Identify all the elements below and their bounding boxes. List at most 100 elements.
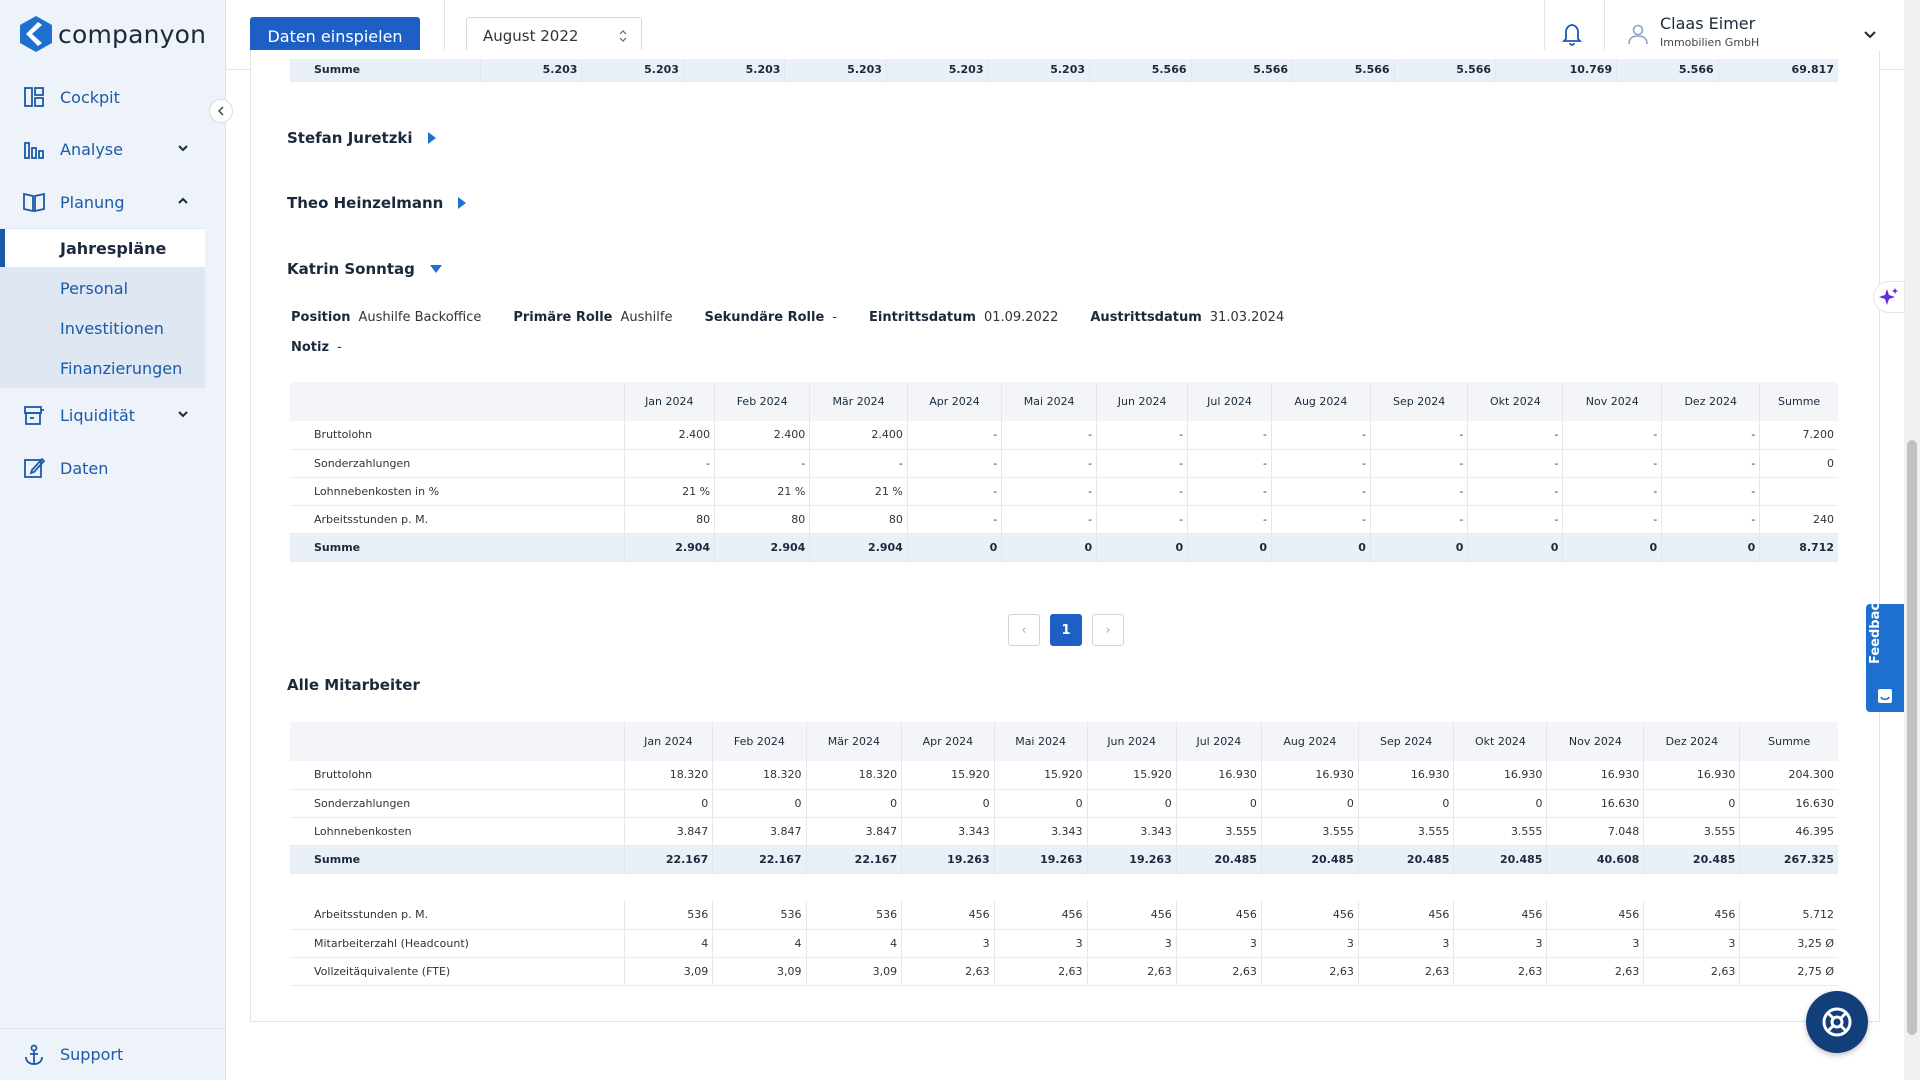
table-cell: - xyxy=(1187,505,1272,534)
table-cell: 2,63 xyxy=(993,957,1088,986)
feedback-label: Feedback xyxy=(1868,594,1883,664)
logo[interactable]: companyon xyxy=(20,16,206,52)
table-cell: - xyxy=(1369,421,1468,450)
help-chat-button[interactable] xyxy=(1806,991,1868,1053)
table-cell: 21 % xyxy=(714,477,810,506)
column-header: Nov 2024 xyxy=(1546,722,1644,761)
table-cell: 456 xyxy=(1546,901,1644,930)
position-value: Aushilfe Backoffice xyxy=(358,310,482,325)
table-cell: 46.395 xyxy=(1739,817,1838,846)
support-link[interactable]: Support xyxy=(0,1028,226,1080)
table-cell: 4 xyxy=(805,929,902,958)
chevron-down-icon[interactable] xyxy=(1862,27,1878,43)
table-cell: 15.920 xyxy=(1086,761,1177,790)
table-cell: 3,25 Ø xyxy=(1739,929,1838,958)
table-cell: 3 xyxy=(1086,929,1177,958)
row-label: Summe xyxy=(290,533,624,562)
table-cell: 2,63 xyxy=(1260,957,1359,986)
table-cell: 456 xyxy=(993,901,1088,930)
table-row: Arbeitsstunden p. M. 80 80 80- - - - - - - - -240 xyxy=(290,505,1838,534)
row-label: Summe xyxy=(290,59,481,82)
table-cell: 20.485 xyxy=(1357,845,1454,874)
table-cell: 5.566 xyxy=(1393,59,1496,82)
table-cell: - xyxy=(1369,505,1468,534)
prev-page-button[interactable]: ‹ xyxy=(1008,614,1040,646)
table-cell: 20.485 xyxy=(1643,845,1740,874)
employee-name: Katrin Sonntag xyxy=(287,260,415,278)
table-cell: - xyxy=(623,449,715,478)
table-cell: - xyxy=(906,449,1002,478)
bell-icon[interactable] xyxy=(1562,22,1582,46)
table-cell: 2,75 Ø xyxy=(1739,957,1838,986)
row-label: Sonderzahlungen xyxy=(290,789,624,818)
table-cell: 20.485 xyxy=(1260,845,1359,874)
table-cell: 19.263 xyxy=(1086,845,1177,874)
table-cell: 536 xyxy=(712,901,807,930)
table-cell: 3 xyxy=(1260,929,1359,958)
column-header: Summe xyxy=(1759,382,1838,421)
chevron-up-icon xyxy=(178,197,188,204)
employee-note: Notiz - xyxy=(291,340,374,355)
table-cell: 19.263 xyxy=(901,845,995,874)
table-cell xyxy=(1759,477,1838,506)
table-cell: 5.203 xyxy=(682,59,785,82)
nav-planung[interactable]: Planung xyxy=(0,182,226,222)
next-page-button[interactable]: › xyxy=(1092,614,1124,646)
sub-item-jahresplaene[interactable]: Jahrespläne xyxy=(0,229,205,267)
row-label: Lohnnebenkosten xyxy=(290,817,624,846)
table-cell: - xyxy=(1001,505,1097,534)
table-cell: 3 xyxy=(1546,929,1644,958)
table-cell: 21 % xyxy=(809,477,908,506)
sub-item-personal[interactable]: Personal xyxy=(0,269,205,307)
table-row: Lohnnebenkosten 3.847 3.847 3.847 3.343 3.343… xyxy=(290,817,1838,846)
employee-header-expanded[interactable]: Katrin Sonntag xyxy=(287,260,443,278)
column-header: Okt 2024 xyxy=(1453,722,1547,761)
feedback-tab[interactable]: Feedback xyxy=(1866,594,1904,712)
sub-item-investitionen[interactable]: Investitionen xyxy=(0,309,205,347)
row-label: Arbeitsstunden p. M. xyxy=(290,901,624,930)
ai-assistant-button[interactable] xyxy=(1873,281,1905,313)
employee-header[interactable]: Stefan Juretzki xyxy=(287,129,437,147)
note-value: - xyxy=(337,340,342,355)
table-cell: - xyxy=(1661,421,1760,450)
column-header: Jun 2024 xyxy=(1086,722,1177,761)
row-label: Sonderzahlungen xyxy=(290,449,624,478)
page-1-button[interactable]: 1 xyxy=(1050,614,1082,646)
scrollbar-thumb[interactable] xyxy=(1907,440,1917,1035)
table-cell: - xyxy=(1270,421,1371,450)
column-header: Jan 2024 xyxy=(623,722,713,761)
table-cell: 0 xyxy=(1467,533,1563,562)
nav-cockpit[interactable]: Cockpit xyxy=(0,77,226,117)
column-header: Mai 2024 xyxy=(1001,382,1097,421)
header-row: Jan 2024 Feb 2024 Mär 2024 Apr 2024 Mai 2024… xyxy=(290,382,1838,421)
table-cell: - xyxy=(1661,449,1760,478)
employee-header[interactable]: Theo Heinzelmann xyxy=(287,194,467,212)
collapse-sidebar-button[interactable] xyxy=(209,99,233,123)
nav-analyse[interactable]: Analyse xyxy=(0,129,226,169)
user-menu[interactable]: Claas Eimer Immobilien GmbH xyxy=(1626,14,1759,49)
table-cell: 0 xyxy=(906,533,1002,562)
table-cell: 3.555 xyxy=(1357,817,1454,846)
period-select-value: August 2022 xyxy=(483,27,579,45)
table-cell: 0 xyxy=(1357,789,1454,818)
column-header: Summe xyxy=(1739,722,1838,761)
table-row: Sonderzahlungen - - - - - - - - - - - -0 xyxy=(290,449,1838,478)
nav-liquiditaet[interactable]: Liquidität xyxy=(0,395,226,435)
table-cell: 456 xyxy=(901,901,995,930)
table-cell: - xyxy=(1661,505,1760,534)
table-cell: 2.904 xyxy=(623,533,715,562)
table-cell: 5.566 xyxy=(1292,59,1395,82)
support-label: Support xyxy=(60,1045,124,1064)
table-cell: 2,63 xyxy=(1643,957,1740,986)
nav-daten[interactable]: Daten xyxy=(0,448,226,488)
table-cell: 20.485 xyxy=(1453,845,1547,874)
table-cell: 10.769 xyxy=(1495,59,1617,82)
table-cell: - xyxy=(1562,449,1662,478)
table-cell: 2.904 xyxy=(714,533,810,562)
table-cell: 3 xyxy=(993,929,1088,958)
logo-mark-icon xyxy=(20,16,52,52)
table-cell: 16.930 xyxy=(1643,761,1740,790)
sub-item-finanzierungen[interactable]: Finanzierungen xyxy=(0,349,205,387)
employee-name: Theo Heinzelmann xyxy=(287,194,444,212)
nav-cockpit-label: Cockpit xyxy=(60,87,120,107)
